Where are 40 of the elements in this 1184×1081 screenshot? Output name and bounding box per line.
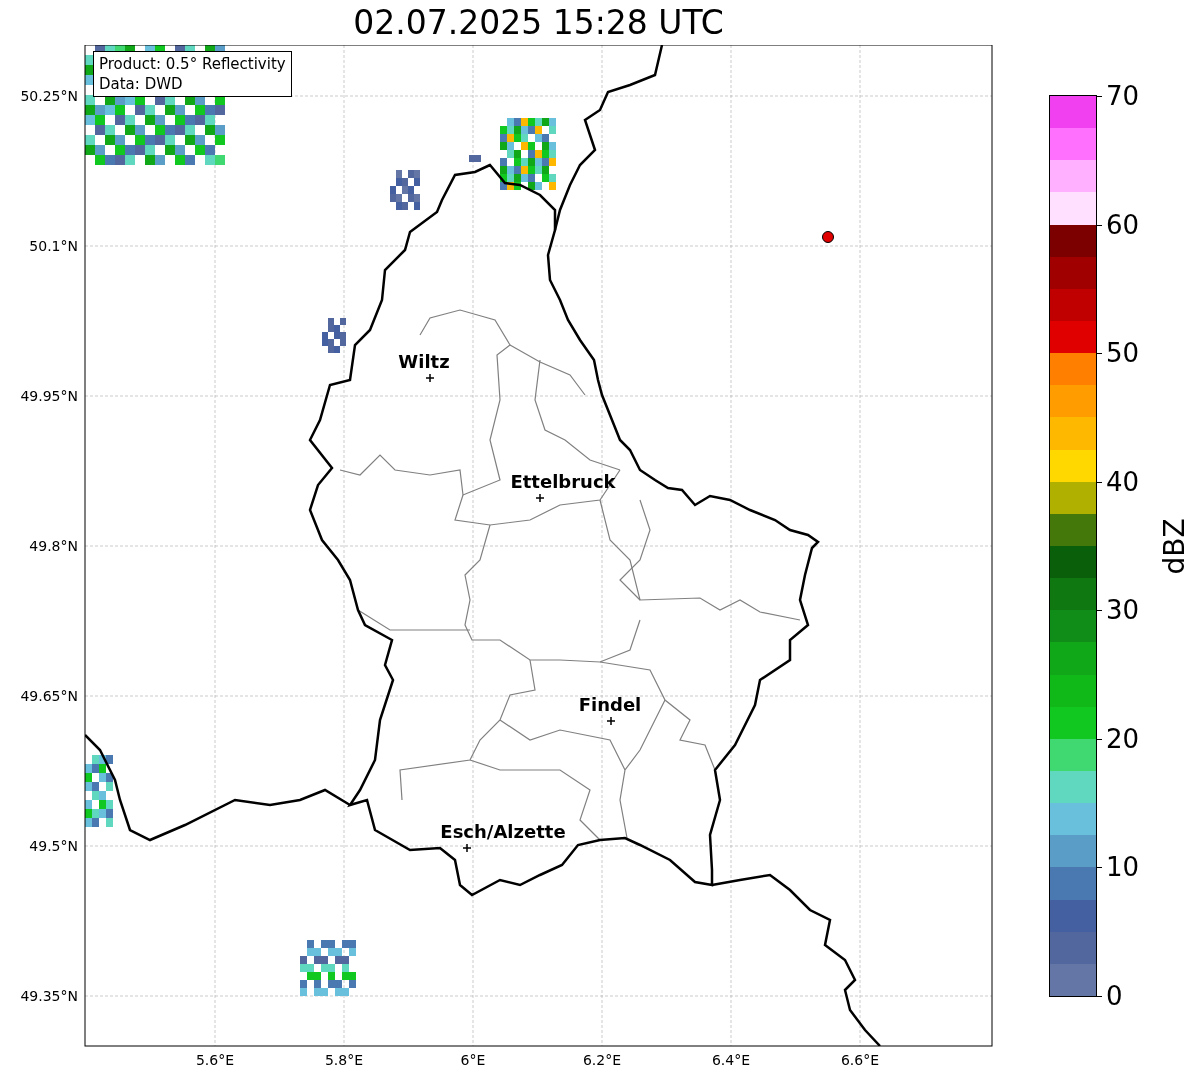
longitude-label: 6.4°E xyxy=(711,1052,751,1068)
colorbar-tick-label: 50 xyxy=(1106,338,1140,369)
longitude-label: 6.2°E xyxy=(582,1052,622,1068)
radar-echo xyxy=(322,318,346,353)
info-text: Data: DWD xyxy=(99,74,184,94)
latitude-label: 50.1°N xyxy=(29,238,78,254)
cross-marker-icon xyxy=(606,716,616,726)
radar-echo xyxy=(390,170,420,210)
cross-marker-icon xyxy=(535,493,545,503)
longitude-label: 5.6°E xyxy=(195,1052,235,1068)
longitude-label: 6.6°E xyxy=(840,1052,880,1068)
latitude-label: 49.65°N xyxy=(20,688,78,704)
latitude-label: 49.95°N xyxy=(20,388,78,404)
colorbar-label: dBZ xyxy=(1157,517,1184,575)
colorbar-tick-label: 10 xyxy=(1106,852,1140,883)
city-label: Wiltz xyxy=(398,351,450,372)
radar-echo xyxy=(300,940,356,996)
city-label: Findel xyxy=(578,694,642,715)
latitude-label: 49.35°N xyxy=(20,988,78,1004)
colorbar-tick-label: 0 xyxy=(1106,981,1123,1011)
info-text: Product: 0.5° Reflectivity xyxy=(99,54,286,74)
city-label: Ettelbruck xyxy=(510,471,616,492)
colorbar-tick-label: 70 xyxy=(1106,81,1140,111)
longitude-label: 5.8°E xyxy=(324,1052,364,1068)
radar-echo xyxy=(469,155,481,162)
chart-title: 02.07.2025 15:28 UTC xyxy=(353,3,724,42)
cross-marker-icon xyxy=(425,373,435,383)
latitude-label: 50.25°N xyxy=(20,88,78,104)
colorbar-tick-label: 30 xyxy=(1106,595,1140,626)
latitude-label: 49.8°N xyxy=(29,538,78,554)
colorbar-tick-label: 60 xyxy=(1106,209,1140,240)
radar-site-dot xyxy=(822,231,834,243)
cross-marker-icon xyxy=(462,843,472,853)
latitude-label: 49.5°N xyxy=(29,838,78,854)
city-label: Esch/Alzette xyxy=(440,821,566,842)
colorbar-tick-label: 20 xyxy=(1106,723,1140,754)
colorbar-tick-label: 40 xyxy=(1106,466,1140,497)
longitude-label: 6°E xyxy=(460,1052,486,1068)
radar-echo xyxy=(500,118,556,190)
radar-echo xyxy=(85,755,113,827)
